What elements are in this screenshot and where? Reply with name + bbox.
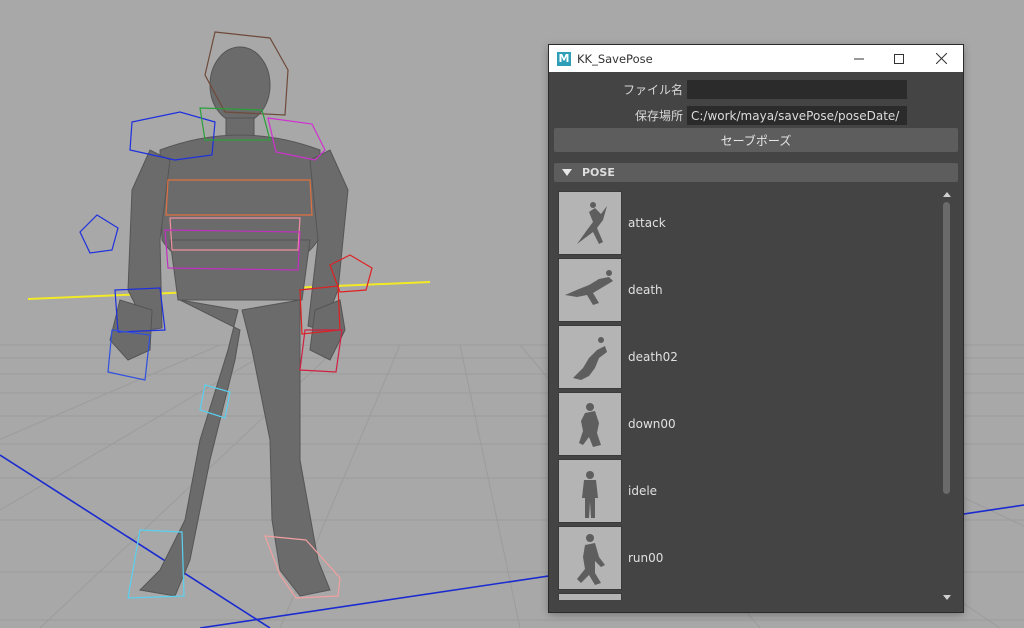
pose-item-partial[interactable] <box>558 592 928 600</box>
save-pose-window: M KK_SavePose ファイル名 保存場所 セーブポーズ POSE att… <box>549 45 963 612</box>
pose-label: death <box>628 283 663 297</box>
pose-thumbnail[interactable] <box>558 191 622 255</box>
pose-thumbnail[interactable] <box>558 258 622 322</box>
save-path-field[interactable] <box>687 106 907 125</box>
minimize-button[interactable] <box>839 45 879 72</box>
scrollbar-thumb[interactable] <box>943 202 950 494</box>
pose-item-death[interactable]: death <box>558 257 928 323</box>
figure-icon <box>582 471 598 518</box>
pose-label: down00 <box>628 417 676 431</box>
pose-label: death02 <box>628 350 678 364</box>
save-pose-button[interactable]: セーブポーズ <box>554 128 958 152</box>
minimize-icon <box>854 58 864 59</box>
figure-icon <box>577 534 605 585</box>
character-mesh <box>109 46 349 597</box>
collapse-triangle-icon <box>562 169 572 176</box>
figure-icon <box>579 403 601 447</box>
filename-label: ファイル名 <box>622 83 683 97</box>
maya-app-icon: M <box>557 51 571 66</box>
pose-list: attack death death02 down00 idele run00 <box>558 190 940 600</box>
pose-item-attack[interactable]: attack <box>558 190 928 256</box>
figure-icon <box>565 270 613 305</box>
pose-thumbnail[interactable] <box>558 325 622 389</box>
pose-label: idele <box>628 484 658 498</box>
pose-item-death02[interactable]: death02 <box>558 324 928 390</box>
filename-field[interactable] <box>687 80 907 99</box>
pose-thumbnail[interactable] <box>558 526 622 590</box>
pose-label: run00 <box>628 551 664 565</box>
close-button[interactable] <box>921 45 961 72</box>
figure-icon <box>577 202 607 244</box>
pose-list-scrollbar[interactable] <box>942 190 952 602</box>
maximize-icon <box>894 53 904 64</box>
pose-item-run00[interactable]: run00 <box>558 525 928 591</box>
save-path-label: 保存場所 <box>634 109 683 123</box>
pose-item-down00[interactable]: down00 <box>558 391 928 457</box>
close-icon <box>935 53 947 64</box>
pose-section-header[interactable]: POSE <box>554 163 958 182</box>
window-titlebar[interactable]: M KK_SavePose <box>549 45 963 72</box>
window-title: KK_SavePose <box>577 51 653 66</box>
pose-thumbnail[interactable] <box>558 459 622 523</box>
pose-label: attack <box>628 216 666 230</box>
scroll-down-icon[interactable] <box>943 595 951 600</box>
pose-item-idele[interactable]: idele <box>558 458 928 524</box>
figure-icon <box>573 337 607 380</box>
pose-thumbnail[interactable] <box>558 593 622 600</box>
pose-thumbnail[interactable] <box>558 392 622 456</box>
maximize-button[interactable] <box>879 45 919 72</box>
pose-section-title: POSE <box>582 166 615 179</box>
scroll-up-icon[interactable] <box>943 192 951 197</box>
